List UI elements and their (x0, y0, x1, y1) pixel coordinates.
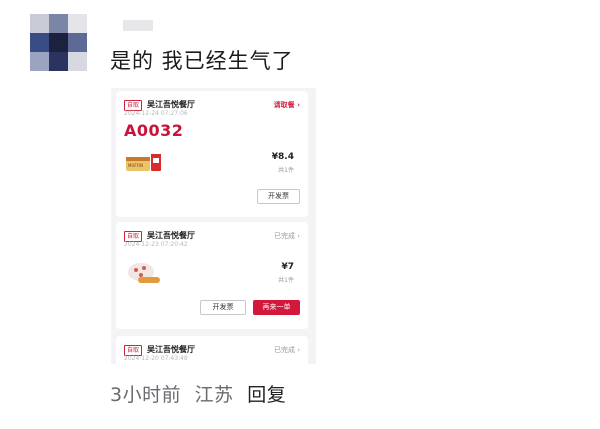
burger-meal-image: MUFFIN (126, 151, 161, 171)
svg-text:MUFFIN: MUFFIN (128, 163, 143, 168)
order-status-link[interactable]: 已完成 › (274, 231, 300, 241)
item-count: 共1件 (278, 277, 294, 284)
order-card[interactable]: 自取 吴江吾悦餐厅 已完成 › 2024-12-23 07:20:42 ¥7 共… (116, 222, 308, 329)
store-name: 吴江吾悦餐厅 (147, 100, 195, 109)
avatar[interactable] (30, 14, 87, 71)
order-timestamp: 2024-12-20 07:43:48 (124, 355, 188, 362)
order-card[interactable]: 自取 吴江吾悦餐厅 请取餐 › 2024-12-24 07:27:06 A003… (116, 91, 308, 217)
invoice-button[interactable]: 开发票 (200, 300, 246, 315)
store-name: 吴江吾悦餐厅 (147, 345, 195, 354)
comment-meta: 3小时前 江苏 回复 (110, 380, 293, 407)
breakfast-meal-image (128, 263, 160, 283)
pickup-code: A0032 (124, 121, 184, 140)
comment-time: 3小时前 (110, 384, 182, 406)
comment-location: 江苏 (194, 384, 234, 406)
username-redacted[interactable] (123, 20, 153, 31)
order-timestamp: 2024-12-23 07:20:42 (124, 241, 188, 248)
order-list-screenshot[interactable]: 自取 吴江吾悦餐厅 请取餐 › 2024-12-24 07:27:06 A003… (111, 88, 316, 364)
order-timestamp: 2024-12-24 07:27:06 (124, 110, 188, 117)
item-count: 共1件 (278, 167, 294, 174)
reorder-button[interactable]: 再来一单 (253, 300, 300, 315)
order-card[interactable]: 自取 吴江吾悦餐厅 已完成 › 2024-12-20 07:43:48 (116, 336, 308, 364)
order-price: ¥7 (281, 262, 294, 272)
invoice-button[interactable]: 开发票 (257, 189, 300, 204)
store-name: 吴江吾悦餐厅 (147, 231, 195, 240)
comment-text: 是的 我已经生气了 (110, 49, 294, 73)
order-price: ¥8.4 (271, 152, 294, 162)
order-status-link[interactable]: 请取餐 › (274, 100, 300, 110)
order-status-link[interactable]: 已完成 › (274, 345, 300, 355)
reply-button[interactable]: 回复 (247, 384, 286, 406)
